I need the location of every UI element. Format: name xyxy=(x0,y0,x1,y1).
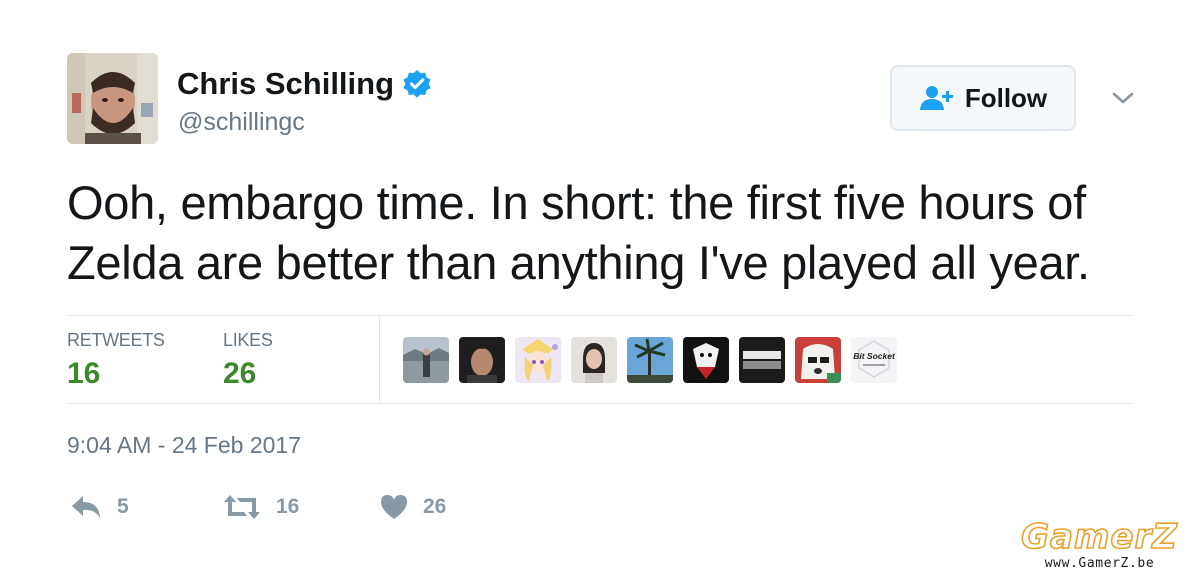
verified-badge-icon xyxy=(402,69,432,99)
retweet-count: 16 xyxy=(276,495,300,518)
author-avatar[interactable] xyxy=(67,53,158,144)
follow-person-plus-icon xyxy=(919,86,953,110)
liker-avatar-palm[interactable] xyxy=(627,337,673,383)
retweet-button[interactable]: 16 xyxy=(222,493,299,521)
liker-avatar-lake[interactable] xyxy=(403,337,449,383)
retweets-stat[interactable]: RETWEETS 16 xyxy=(67,330,165,391)
liker-avatar-dark-character[interactable] xyxy=(683,337,729,383)
author-name[interactable]: Chris Schilling xyxy=(177,66,394,102)
liker-avatar-anime[interactable] xyxy=(515,337,561,383)
author-handle[interactable]: @schillingc xyxy=(178,108,305,137)
like-count: 26 xyxy=(423,495,447,518)
reply-icon xyxy=(72,496,100,518)
tweet-timestamp[interactable]: 9:04 AM - 24 Feb 2017 xyxy=(67,432,301,459)
liker-avatar-bit-socket[interactable]: Bit Socket xyxy=(851,337,897,383)
watermark-logo: GamerZ xyxy=(1020,517,1178,557)
liker-avatar-dark-hair[interactable] xyxy=(459,337,505,383)
liker-avatar-woman[interactable] xyxy=(571,337,617,383)
tweet-card: Chris Schilling @schillingc Follow Ooh, … xyxy=(0,0,1200,579)
follow-button-label: Follow xyxy=(964,82,1048,113)
author-name-row[interactable]: Chris Schilling xyxy=(177,66,432,102)
like-button[interactable]: 26 xyxy=(379,493,446,521)
chevron-down-icon[interactable] xyxy=(1110,88,1136,108)
heart-icon xyxy=(381,495,407,519)
follow-button[interactable]: Follow xyxy=(890,65,1076,131)
watermark-url: www.GamerZ.be xyxy=(1044,556,1155,571)
stats-divider xyxy=(379,316,380,404)
likes-stat[interactable]: LIKES 26 xyxy=(223,330,273,391)
bit-socket-logo-text: Bit Socket xyxy=(853,351,896,361)
retweets-count: 16 xyxy=(67,357,101,390)
liker-avatars: Bit Socket xyxy=(403,337,897,383)
retweet-icon xyxy=(224,495,260,519)
liker-avatar-cartoon-dog[interactable] xyxy=(795,337,841,383)
retweets-label: RETWEETS xyxy=(67,330,165,350)
tweet-text: Ooh, embargo time. In short: the first f… xyxy=(67,176,1090,289)
tweet-stats-bar: RETWEETS 16 LIKES 26 Bit Socket xyxy=(67,315,1133,404)
likes-count: 26 xyxy=(223,357,257,390)
liker-avatar-stripes[interactable] xyxy=(739,337,785,383)
reply-count: 5 xyxy=(117,495,129,518)
reply-button[interactable]: 5 xyxy=(69,493,129,521)
gamerz-watermark: GamerZ www.GamerZ.be xyxy=(1012,517,1187,571)
likes-label: LIKES xyxy=(223,330,273,350)
